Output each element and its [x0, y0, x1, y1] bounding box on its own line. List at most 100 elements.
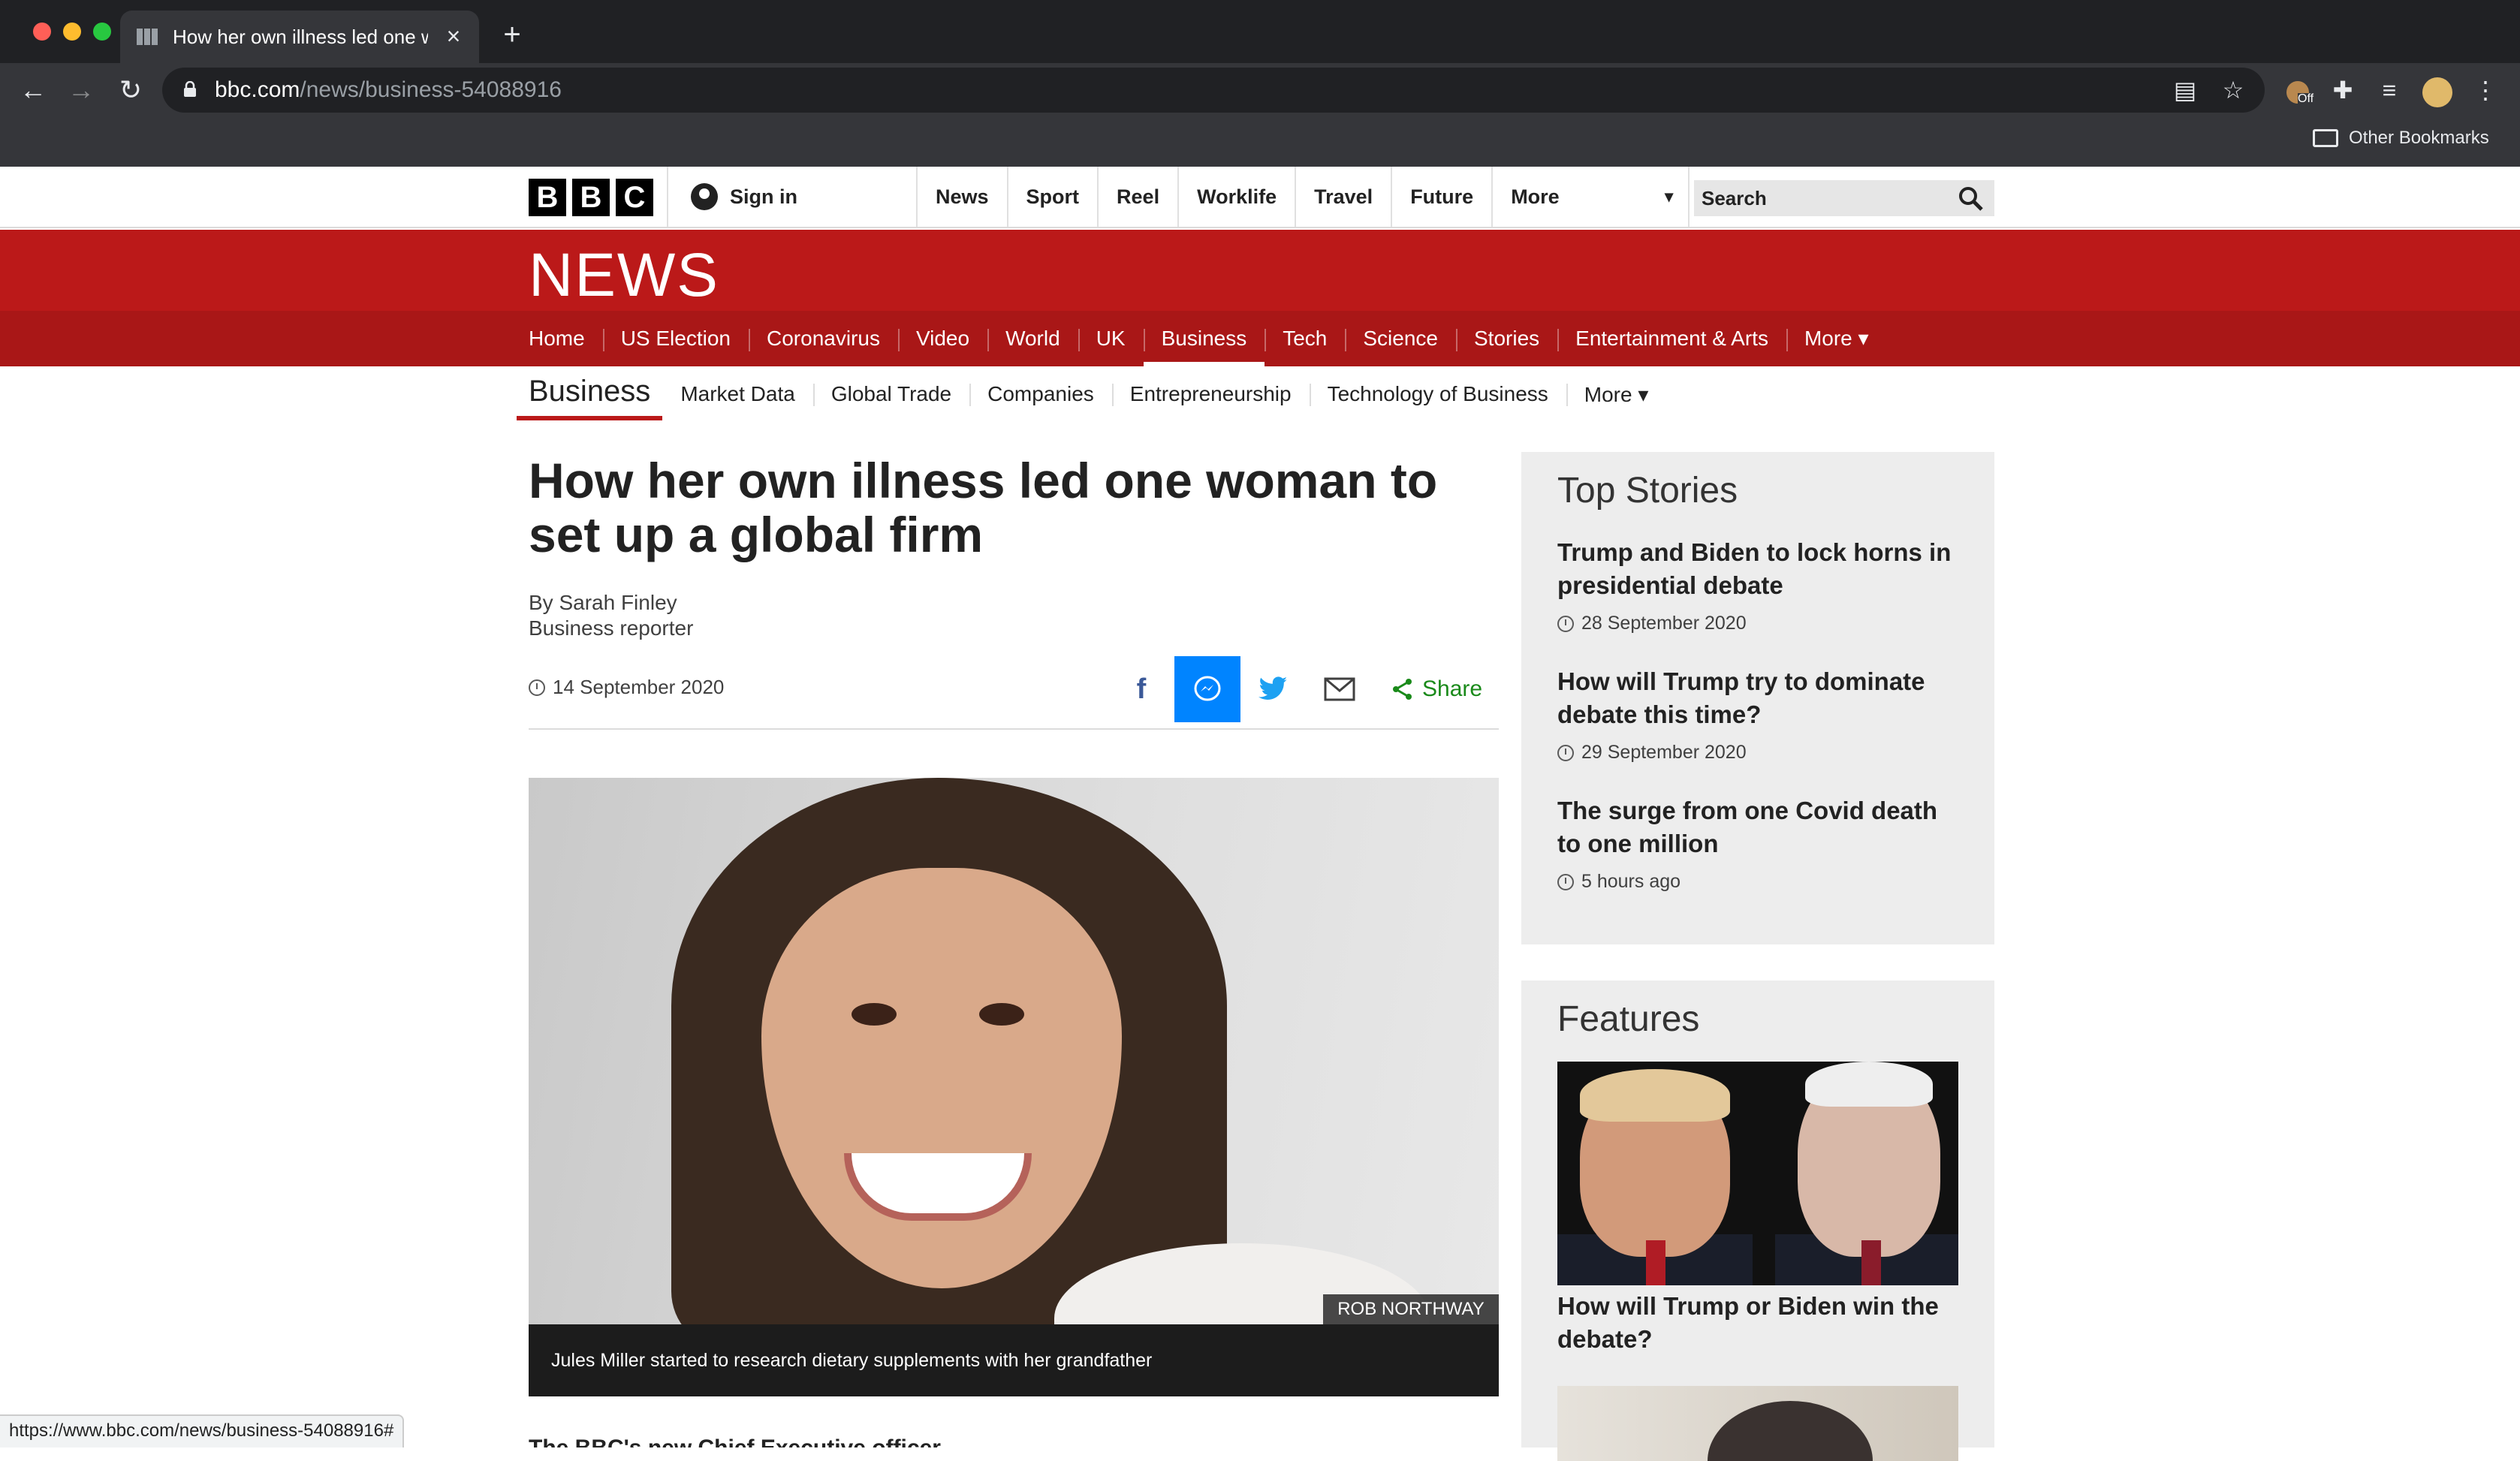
media-queue-icon[interactable]: ≡	[2371, 72, 2407, 108]
bbc-favicon-icon	[137, 29, 158, 45]
share-label: Share	[1422, 676, 1483, 701]
subnav-entrepreneurship[interactable]: Entrepreneurship	[1111, 382, 1310, 406]
nav-more[interactable]: More ▾	[1786, 311, 1887, 366]
facebook-share-icon[interactable]: f	[1108, 656, 1174, 722]
sign-in-link[interactable]: Sign in	[667, 167, 918, 227]
subnav-global-trade[interactable]: Global Trade	[812, 382, 969, 406]
global-nav-more[interactable]: More ▾	[1493, 167, 1690, 227]
feature-hair-shape	[1580, 1069, 1730, 1122]
nav-business[interactable]: Business	[1143, 311, 1265, 366]
nav-entertainment-arts[interactable]: Entertainment & Arts	[1557, 311, 1786, 366]
subnav-market-data[interactable]: Market Data	[662, 382, 813, 406]
subnav-technology-of-business[interactable]: Technology of Business	[1309, 382, 1566, 406]
global-nav-worklife[interactable]: Worklife	[1179, 167, 1297, 227]
other-bookmarks-label: Other Bookmarks	[2349, 128, 2489, 148]
top-story-date: 5 hours ago	[1557, 871, 1963, 893]
close-tab-icon[interactable]: ×	[439, 21, 469, 51]
menu-kebab-icon[interactable]: ⋮	[2467, 72, 2503, 108]
zoom-window-button[interactable]	[93, 23, 111, 41]
top-story-date-text: 5 hours ago	[1581, 871, 1681, 892]
feature-item[interactable]: How will Trump or Biden win the debate?	[1557, 1290, 1963, 1356]
article-date: 14 September 2020	[529, 676, 724, 699]
share-button[interactable]: Share	[1373, 676, 1482, 702]
other-bookmarks[interactable]: Other Bookmarks	[2313, 122, 2489, 155]
back-icon[interactable]: ←	[15, 72, 51, 108]
clock-icon	[1557, 615, 1574, 632]
article-first-line: The BBC's new Chief Executive officer...	[529, 1432, 1355, 1447]
search-icon[interactable]	[1957, 185, 1985, 213]
profile-avatar[interactable]	[2419, 72, 2455, 108]
address-bar[interactable]: bbc.com/news/business-54088916	[162, 68, 2265, 113]
nav-coronavirus[interactable]: Coronavirus	[749, 311, 898, 366]
features-heading: Features	[1557, 999, 1700, 1039]
tab-strip: How her own illness led one woman to set…	[0, 0, 2520, 63]
subnav-more[interactable]: More ▾	[1566, 382, 1667, 407]
author-role: Business reporter	[529, 616, 694, 640]
bbc-logo[interactable]: B B C	[529, 179, 653, 216]
top-story-item[interactable]: How will Trump try to dominate debate th…	[1557, 665, 1963, 764]
share-icon	[1393, 679, 1412, 700]
subnav-companies[interactable]: Companies	[969, 382, 1112, 406]
news-section-nav: Home US Election Coronavirus Video World…	[0, 311, 2520, 366]
chevron-down-icon: ▾	[1665, 187, 1674, 206]
top-story-date-text: 29 September 2020	[1581, 742, 1747, 763]
nav-video[interactable]: Video	[897, 311, 987, 366]
puzzle-piece-icon[interactable]: ✚	[2325, 72, 2361, 108]
top-story-date: 28 September 2020	[1557, 613, 1963, 634]
clock-icon	[529, 679, 545, 696]
top-story-item[interactable]: The surge from one Covid death to one mi…	[1557, 794, 1963, 893]
feature-title[interactable]: How will Trump or Biden win the debate?	[1557, 1290, 1963, 1356]
nav-tech[interactable]: Tech	[1265, 311, 1345, 366]
global-nav-travel[interactable]: Travel	[1296, 167, 1393, 227]
close-window-button[interactable]	[33, 23, 51, 41]
news-logo[interactable]: NEWS	[529, 240, 719, 311]
article-headline: How her own illness led one woman to set…	[529, 453, 1438, 562]
search-input[interactable]	[1694, 180, 1949, 216]
global-nav-more-label: More	[1511, 185, 1560, 208]
bbc-logo-letter: B	[529, 179, 566, 216]
news-masthead: NEWS	[0, 230, 2520, 311]
top-story-title[interactable]: How will Trump try to dominate debate th…	[1557, 665, 1963, 731]
hero-eye-shape	[979, 1003, 1024, 1026]
bookmark-star-icon[interactable]: ☆	[2215, 72, 2251, 108]
global-nav-reel[interactable]: Reel	[1099, 167, 1180, 227]
subnav-brand-business[interactable]: Business	[517, 368, 663, 420]
extension-icon[interactable]: Off	[2280, 72, 2316, 108]
nav-science[interactable]: Science	[1345, 311, 1456, 366]
email-share-icon[interactable]	[1307, 656, 1373, 722]
browser-tab[interactable]: How her own illness led one woman to set…	[120, 11, 479, 63]
business-subnav: Business Market Data Global Trade Compan…	[517, 368, 1666, 420]
bbc-logo-letter: B	[572, 179, 610, 216]
url-path: /news/business-54088916	[300, 77, 562, 102]
feature-person-shape	[1708, 1401, 1873, 1461]
top-story-date: 29 September 2020	[1557, 742, 1963, 764]
global-nav-future[interactable]: Future	[1392, 167, 1494, 227]
new-tab-icon[interactable]: +	[497, 20, 527, 50]
reader-mode-icon[interactable]: ▤	[2167, 72, 2203, 108]
nav-uk[interactable]: UK	[1078, 311, 1144, 366]
messenger-share-icon[interactable]	[1174, 656, 1240, 722]
author-name: By Sarah Finley	[529, 591, 677, 614]
sign-in-label: Sign in	[730, 185, 797, 208]
minimize-window-button[interactable]	[63, 23, 81, 41]
url-text: bbc.com/news/business-54088916	[215, 77, 562, 103]
global-nav-sport[interactable]: Sport	[1008, 167, 1099, 227]
feature-image[interactable]	[1557, 1386, 1958, 1461]
feature-hair-shape	[1805, 1062, 1933, 1107]
global-nav-news[interactable]: News	[918, 167, 1008, 227]
forward-icon[interactable]: →	[63, 72, 99, 108]
reload-icon[interactable]: ↻	[113, 72, 149, 108]
nav-world[interactable]: World	[987, 311, 1078, 366]
top-story-item[interactable]: Trump and Biden to lock horns in preside…	[1557, 536, 1963, 634]
feature-image[interactable]	[1557, 1062, 1958, 1285]
lock-icon	[184, 81, 196, 97]
nav-home[interactable]: Home	[511, 311, 603, 366]
top-stories-panel: Top Stories Trump and Biden to lock horn…	[1521, 452, 1994, 944]
folder-icon	[2313, 129, 2338, 147]
nav-us-election[interactable]: US Election	[602, 311, 749, 366]
top-story-title[interactable]: Trump and Biden to lock horns in preside…	[1557, 536, 1963, 602]
top-story-title[interactable]: The surge from one Covid death to one mi…	[1557, 794, 1963, 860]
nav-stories[interactable]: Stories	[1456, 311, 1557, 366]
twitter-share-icon[interactable]	[1240, 656, 1307, 722]
user-icon	[691, 183, 718, 210]
